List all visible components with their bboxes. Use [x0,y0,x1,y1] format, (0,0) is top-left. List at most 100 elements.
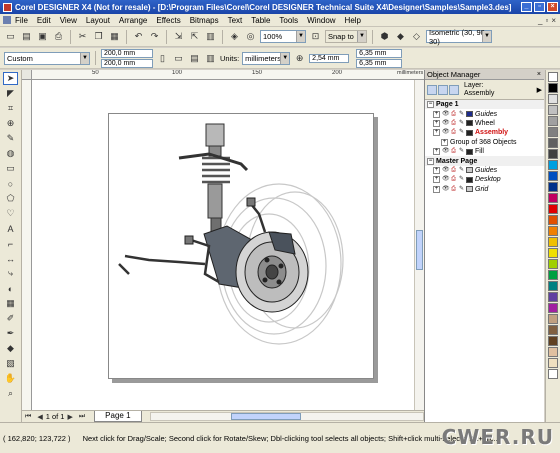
page-width-field[interactable]: 200,0 mm [101,48,153,58]
color-swatch[interactable] [548,369,558,379]
eye-icon[interactable]: 👁 [442,186,450,193]
eye-icon[interactable]: 👁 [442,120,450,127]
color-swatch[interactable] [548,248,558,258]
color-swatch[interactable] [548,303,558,313]
horizontal-ruler[interactable]: 50 100 150 200 millimeters [32,70,424,80]
duplicate-distance-x-field[interactable]: 6,35 mm [356,48,403,58]
color-swatch[interactable] [548,83,558,93]
freehand-tool-icon[interactable]: ✎ [3,132,18,145]
vertical-scrollbar[interactable] [414,80,424,410]
color-swatch[interactable] [548,182,558,192]
horizontal-scrollbar[interactable] [149,412,424,421]
printer-icon[interactable]: ⎙ [450,176,457,183]
doc-minimize-button[interactable]: _ [538,16,542,25]
color-swatch[interactable] [548,314,558,324]
tree-layer-row[interactable]: + 👁 ⎙ ✎ Grid [425,185,544,194]
color-swatch[interactable] [548,292,558,302]
projection-side-icon[interactable]: ◇ [410,30,423,43]
projection-select[interactable]: Isometric (30, 90, 30) ▼ [426,28,492,46]
tree-layer-row[interactable]: + 👁 ⎙ ✎ Fill [425,147,544,156]
color-swatch[interactable] [548,116,558,126]
doc-close-button[interactable]: × [551,16,556,25]
expand-toggle-icon[interactable]: + [433,185,440,193]
tree-layer-row[interactable]: + 👁 ⎙ ✎ Desktop [425,175,544,184]
pencil-icon[interactable]: ✎ [458,186,465,193]
color-swatch[interactable] [548,149,558,159]
layer-color-swatch[interactable] [466,129,473,136]
zoom-fit-icon[interactable]: ⊡ [309,30,322,43]
expand-toggle-icon[interactable]: + [433,129,440,137]
crop-tool-icon[interactable]: ⌗ [3,102,18,115]
dimension-tool-icon[interactable]: ↔ [3,252,18,265]
expand-toggle-icon[interactable]: + [441,138,448,146]
color-swatch[interactable] [548,237,558,247]
new-icon[interactable]: ▭ [4,30,17,43]
color-swatch[interactable] [548,138,558,148]
application-launcher-icon[interactable]: ◈ [228,30,241,43]
expand-toggle-icon[interactable]: + [433,110,440,118]
horizontal-scroll-thumb[interactable] [230,413,301,420]
text-tool-icon[interactable]: A [3,222,18,235]
tree-layer-row[interactable]: + 👁 ⎙ ✎ Guides [425,166,544,175]
first-page-icon[interactable]: ⏮ [25,413,31,421]
pencil-icon[interactable]: ✎ [458,176,465,183]
open-icon[interactable]: ▤ [20,30,33,43]
color-swatch[interactable] [548,336,558,346]
interactive-fill-icon[interactable]: ▧ [3,357,18,370]
paper-preset-select[interactable]: Custom ▼ [4,51,90,65]
edit-across-layers-icon[interactable] [449,84,459,95]
search-icon[interactable]: ⌕ [3,387,18,400]
minimize-button[interactable]: _ [521,2,532,12]
eye-icon[interactable]: 👁 [442,148,450,155]
page-height-field[interactable]: 200,0 mm [101,58,153,68]
nudge-distance-field[interactable]: 2,54 mm [309,53,350,63]
color-swatch[interactable] [548,105,558,115]
eye-icon[interactable]: 👁 [442,176,450,183]
color-swatch[interactable] [548,347,558,357]
shape-tool-icon[interactable]: ◤ [3,87,18,100]
menu-file[interactable]: File [15,16,28,25]
expand-toggle-icon[interactable]: + [433,166,440,174]
fill-tool-icon[interactable]: ◆ [3,342,18,355]
layer-color-swatch[interactable] [466,176,473,183]
show-properties-icon[interactable] [427,84,437,95]
expand-toggle-icon[interactable]: − [427,157,434,165]
layer-color-swatch[interactable] [466,111,473,118]
units-select[interactable]: millimeters ▼ [242,51,291,65]
paste-icon[interactable]: ▦ [108,30,121,43]
basic-shapes-icon[interactable]: ♡ [3,207,18,220]
next-page-icon[interactable]: ▶ [67,413,72,421]
layer-color-swatch[interactable] [466,148,473,155]
menu-window[interactable]: Window [307,16,335,25]
redo-icon[interactable]: ↷ [148,30,161,43]
rectangle-tool-icon[interactable]: ▭ [3,162,18,175]
outline-pen-icon[interactable]: ✒ [3,327,18,340]
eye-icon[interactable]: 👁 [442,129,450,136]
color-swatch[interactable] [548,270,558,280]
print-icon[interactable]: ⎙ [52,30,65,43]
vertical-ruler[interactable] [22,80,32,410]
projection-cube-icon[interactable]: ⬢ [378,30,391,43]
current-page-icon[interactable]: ▥ [204,52,217,65]
menu-view[interactable]: View [60,16,77,25]
expand-toggle-icon[interactable]: + [433,148,440,156]
close-button[interactable]: × [547,2,558,12]
printer-icon[interactable]: ⎙ [450,111,457,118]
layer-color-swatch[interactable] [466,186,473,193]
printer-icon[interactable]: ⎙ [450,148,457,155]
tree-layer-row[interactable]: + 👁 ⎙ ✎ Guides [425,109,544,118]
menu-effects[interactable]: Effects [156,16,180,25]
doc-restore-button[interactable]: ▫ [545,16,548,25]
prev-page-icon[interactable]: ◀ [37,413,42,421]
drawing-page[interactable] [108,113,374,379]
tree-layer-row[interactable]: + 👁 ⎙ ✎ Assembly [425,128,544,137]
pan-tool-icon[interactable]: ✋ [3,372,18,385]
pencil-icon[interactable]: ✎ [458,167,465,174]
printer-icon[interactable]: ⎙ [450,120,457,127]
menu-bitmaps[interactable]: Bitmaps [190,16,219,25]
tree-page-row[interactable]: − Page 1 [425,100,544,110]
docker-close-icon[interactable]: × [537,71,544,78]
connector-tool-icon[interactable]: ⤷ [3,267,18,280]
color-swatch[interactable] [548,94,558,104]
drawing-canvas[interactable] [32,80,424,410]
